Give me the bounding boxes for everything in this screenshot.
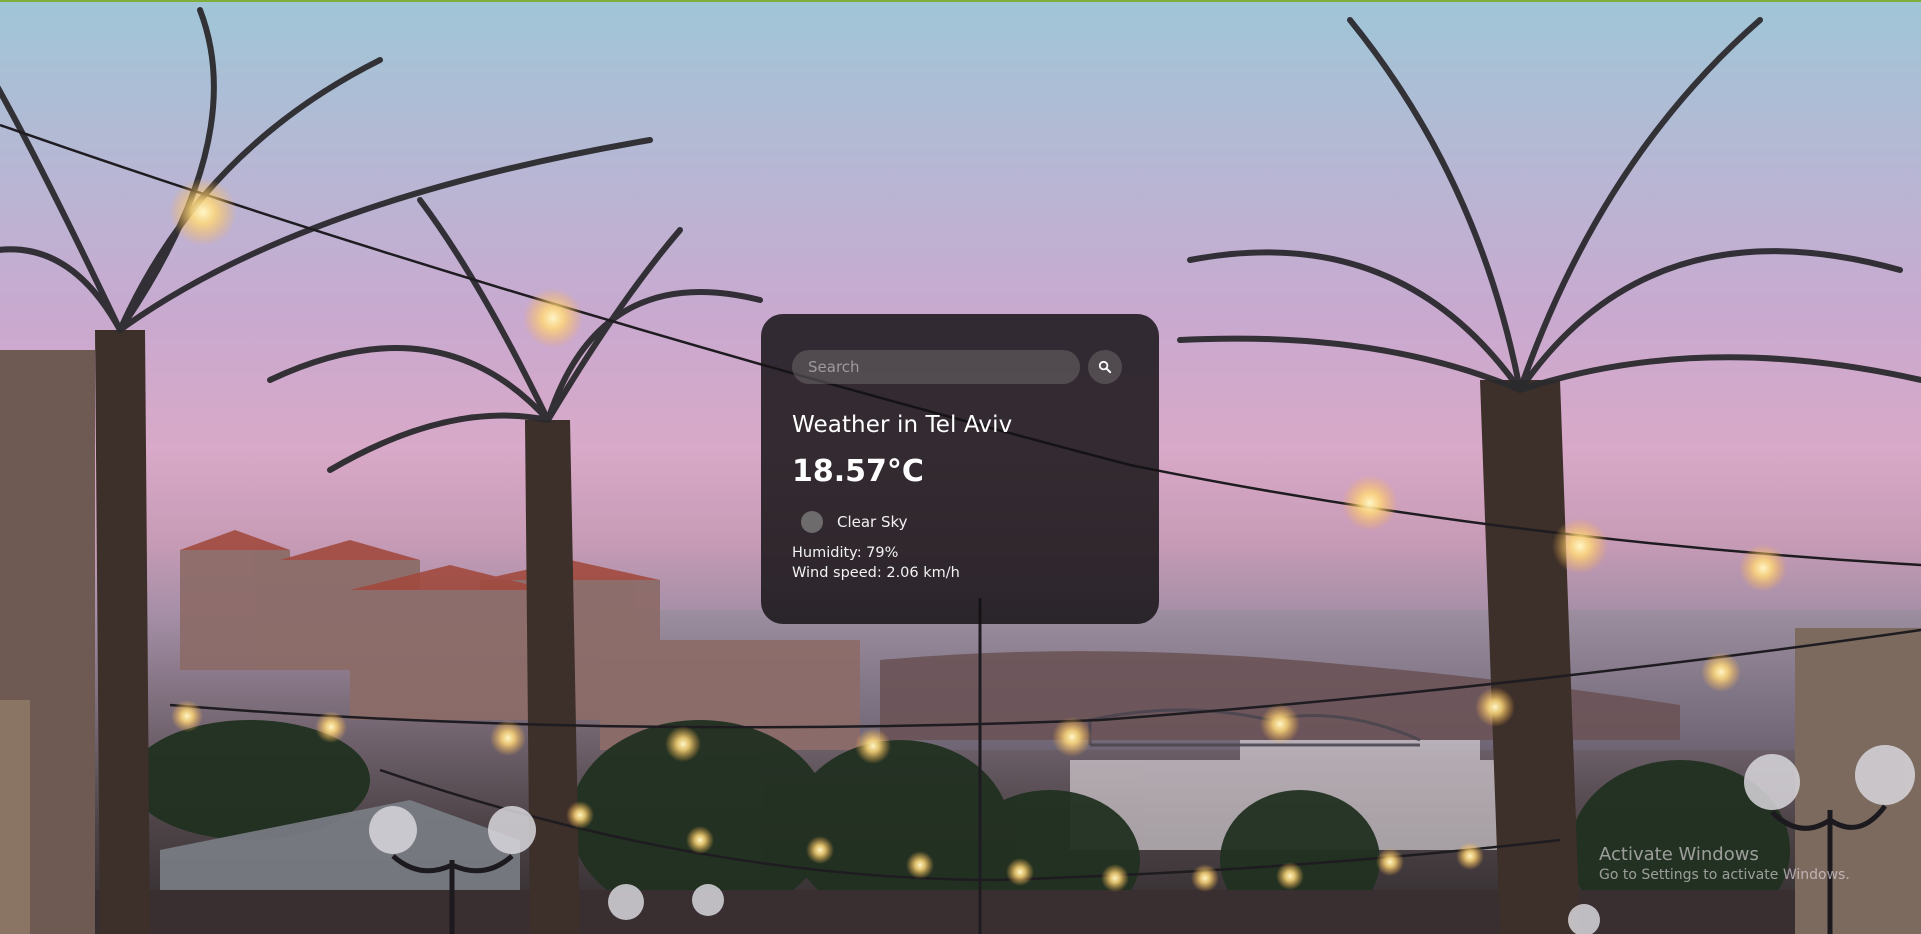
weather-details: Humidity: 79% Wind speed: 2.06 km/h bbox=[792, 543, 1129, 583]
watermark-title: Activate Windows bbox=[1599, 844, 1759, 865]
weather-card: Weather in Tel Aviv 18.57°C Clear Sky Hu… bbox=[761, 314, 1159, 624]
background-photo: Weather in Tel Aviv 18.57°C Clear Sky Hu… bbox=[0, 0, 1921, 934]
activation-watermark: Activate Windows Go to Settings to activ… bbox=[1599, 844, 1850, 883]
city-title: Weather in Tel Aviv bbox=[792, 412, 1013, 438]
wind-speed: Wind speed: 2.06 km/h bbox=[792, 565, 960, 581]
temperature: 18.57°C bbox=[792, 454, 924, 489]
search-input[interactable] bbox=[792, 350, 1080, 384]
search-icon bbox=[1098, 360, 1112, 374]
weather-icon bbox=[801, 511, 823, 533]
search-button[interactable] bbox=[1088, 350, 1122, 384]
search-bar bbox=[792, 350, 1129, 384]
humidity: Humidity: 79% bbox=[792, 545, 899, 561]
weather-description: Clear Sky bbox=[837, 513, 908, 531]
weather-summary: Clear Sky bbox=[792, 511, 1129, 533]
watermark-subtitle: Go to Settings to activate Windows. bbox=[1599, 867, 1850, 883]
